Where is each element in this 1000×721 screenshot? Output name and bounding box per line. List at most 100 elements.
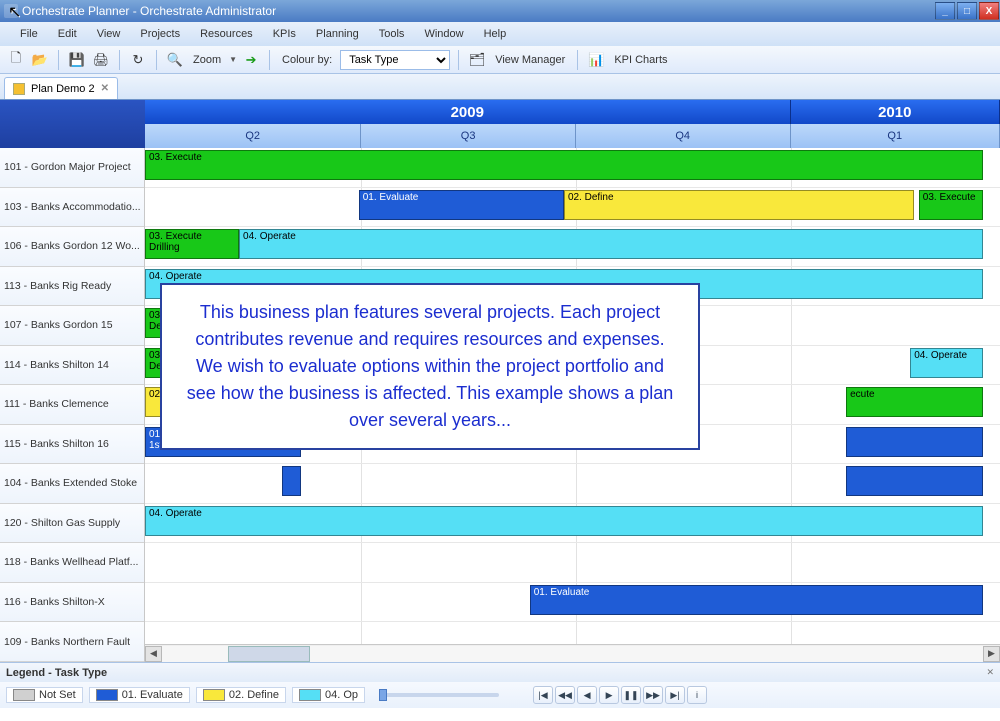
refresh-icon: ↻ [133, 52, 144, 68]
gantt-row: 01. Evaluate [145, 583, 1000, 623]
playback-next-button[interactable]: ▶▶ [643, 686, 663, 704]
quarter-header: Q4 [576, 124, 791, 148]
gantt-bar[interactable] [846, 427, 983, 457]
gantt-bar[interactable]: 01. Evaluate [530, 585, 983, 615]
menu-item-help[interactable]: Help [474, 25, 517, 43]
info-callout: This business plan features several proj… [160, 283, 700, 450]
row-label[interactable]: 118 - Banks Wellhead Platf... [0, 543, 144, 583]
gantt-bar[interactable]: 02. Define [564, 190, 915, 220]
gantt-bar[interactable]: 03. Execute [919, 190, 983, 220]
gantt-bar[interactable]: 03. ExecuteDrilling [145, 229, 239, 259]
playback-slider[interactable] [379, 693, 499, 697]
gantt-bar[interactable] [282, 466, 301, 496]
view-manager-label[interactable]: View Manager [491, 54, 569, 66]
menu-item-tools[interactable]: Tools [369, 25, 415, 43]
zoom-tool-button[interactable]: 🔍 [165, 50, 185, 70]
row-label[interactable]: 101 - Gordon Major Project [0, 148, 144, 188]
legend-item[interactable]: 02. Define [196, 687, 286, 703]
legend-label: 02. Define [229, 689, 279, 701]
zoom-go-button[interactable]: ➔ [241, 50, 261, 70]
scroll-track[interactable] [162, 646, 983, 662]
window-close-button[interactable]: X [979, 2, 999, 20]
view-manager-button[interactable]: 🗂 [467, 50, 487, 70]
legend-title: Legend - Task Type [6, 667, 107, 679]
gantt-bar[interactable]: 04. Operate [145, 506, 983, 536]
playback-info-button[interactable]: i [687, 686, 707, 704]
row-labels-column: 101 - Gordon Major Project103 - Banks Ac… [0, 148, 145, 662]
gantt-bar[interactable]: ecute [846, 387, 983, 417]
dropdown-arrow-icon[interactable]: ▼ [229, 55, 237, 64]
go-arrow-icon: ➔ [246, 52, 257, 68]
playback-play-button[interactable]: ▶ [599, 686, 619, 704]
menu-item-file[interactable]: File [10, 25, 48, 43]
colourby-select[interactable]: Task Type [340, 50, 450, 70]
window-minimize-button[interactable]: _ [935, 2, 955, 20]
playback-first-button[interactable]: |◀ [533, 686, 553, 704]
folder-open-icon: 📂 [32, 52, 48, 68]
gantt-bar[interactable] [846, 466, 983, 496]
legend-row: Not Set 01. Evaluate 02. Define 04. Op |◀ ◀… [0, 682, 1000, 708]
playback-rewind-button[interactable]: ◀◀ [555, 686, 575, 704]
legend-item[interactable]: Not Set [6, 687, 83, 703]
gantt-bar[interactable]: 03. Execute [145, 150, 983, 180]
gantt-row: 04. Operate [145, 504, 1000, 544]
scroll-thumb[interactable] [228, 646, 310, 662]
gantt-row [145, 543, 1000, 583]
open-button[interactable]: 📂 [30, 50, 50, 70]
gantt-bar[interactable]: 01. Evaluate [359, 190, 564, 220]
gantt-row: 01. Evaluate02. Define03. Execute [145, 188, 1000, 228]
row-label[interactable]: 104 - Banks Extended Stoke [0, 464, 144, 504]
info-callout-text: This business plan features several proj… [187, 302, 674, 430]
row-label[interactable]: 115 - Banks Shilton 16 [0, 425, 144, 465]
new-button[interactable]: 🗋 [6, 50, 26, 70]
menu-item-kpis[interactable]: KPIs [263, 25, 306, 43]
row-label[interactable]: 114 - Banks Shilton 14 [0, 346, 144, 386]
kpi-charts-label[interactable]: KPI Charts [610, 54, 671, 66]
playback-prev-button[interactable]: ◀ [577, 686, 597, 704]
tab-close-button[interactable]: ✕ [101, 83, 109, 94]
slider-knob[interactable] [379, 689, 387, 701]
menu-item-view[interactable]: View [87, 25, 131, 43]
colourby-label: Colour by: [278, 54, 336, 66]
toolbar-separator [119, 50, 120, 70]
row-label[interactable]: 113 - Banks Rig Ready [0, 267, 144, 307]
refresh-button[interactable]: ↻ [128, 50, 148, 70]
menu-item-window[interactable]: Window [414, 25, 473, 43]
legend-item[interactable]: 04. Op [292, 687, 365, 703]
print-button[interactable]: 🖨 [91, 50, 111, 70]
row-label[interactable]: 116 - Banks Shilton-X [0, 583, 144, 623]
gantt-row [145, 464, 1000, 504]
row-label[interactable]: 109 - Banks Northern Fault [0, 622, 144, 662]
horizontal-scrollbar[interactable]: ◀ ▶ [145, 644, 1000, 662]
save-button[interactable]: 💾 [67, 50, 87, 70]
toolbar-separator [458, 50, 459, 70]
menu-bar: FileEditViewProjectsResourcesKPIsPlannin… [0, 22, 1000, 46]
app-icon [4, 4, 18, 18]
scroll-right-button[interactable]: ▶ [983, 646, 1000, 662]
gantt-row: 03. Execute [145, 148, 1000, 188]
row-label[interactable]: 120 - Shilton Gas Supply [0, 504, 144, 544]
legend-swatch [203, 689, 225, 701]
playback-last-button[interactable]: ▶| [665, 686, 685, 704]
menu-item-resources[interactable]: Resources [190, 25, 263, 43]
gantt-bar[interactable]: 04. Operate [910, 348, 983, 378]
row-label[interactable]: 107 - Banks Gordon 15 [0, 306, 144, 346]
legend-swatch [299, 689, 321, 701]
menu-item-projects[interactable]: Projects [130, 25, 190, 43]
legend-item[interactable]: 01. Evaluate [89, 687, 190, 703]
year-header: 2009 [145, 100, 791, 124]
playback-pause-button[interactable]: ❚❚ [621, 686, 641, 704]
row-label[interactable]: 111 - Banks Clemence [0, 385, 144, 425]
menu-item-edit[interactable]: Edit [48, 25, 87, 43]
quarter-header: Q2 [145, 124, 361, 148]
row-label[interactable]: 103 - Banks Accommodatio... [0, 188, 144, 228]
legend-close-button[interactable]: ✕ [986, 667, 994, 678]
menu-item-planning[interactable]: Planning [306, 25, 369, 43]
document-tab[interactable]: Plan Demo 2 ✕ [4, 77, 118, 99]
row-label[interactable]: 106 - Banks Gordon 12 Wo... [0, 227, 144, 267]
toolbar: 🗋 📂 💾 🖨 ↻ 🔍 Zoom ▼ ➔ Colour by: Task Typ… [0, 46, 1000, 74]
window-maximize-button[interactable]: □ [957, 2, 977, 20]
kpi-charts-button[interactable]: 📊 [586, 50, 606, 70]
scroll-left-button[interactable]: ◀ [145, 646, 162, 662]
gantt-bar[interactable]: 04. Operate [239, 229, 983, 259]
